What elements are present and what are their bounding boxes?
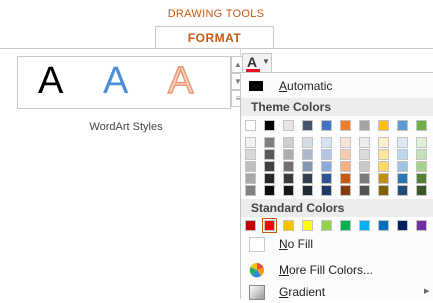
theme-color-swatch[interactable] <box>416 161 427 172</box>
theme-color-swatch[interactable] <box>378 137 389 148</box>
theme-color-swatch[interactable] <box>264 161 275 172</box>
standard-color-swatch[interactable] <box>245 220 256 231</box>
theme-color-swatch[interactable] <box>283 173 294 184</box>
theme-color-swatch[interactable] <box>378 185 389 196</box>
theme-color-swatch[interactable] <box>397 137 408 148</box>
theme-color-swatch[interactable] <box>264 173 275 184</box>
theme-color-swatch[interactable] <box>245 137 256 148</box>
theme-color-swatch[interactable] <box>321 173 332 184</box>
wordart-style-black[interactable]: A <box>38 59 63 103</box>
theme-color-swatch[interactable] <box>359 137 370 148</box>
theme-color-swatch[interactable] <box>340 137 351 148</box>
theme-color-swatch[interactable] <box>359 120 370 131</box>
theme-color-swatch[interactable] <box>340 185 351 196</box>
theme-color-swatch[interactable] <box>359 173 370 184</box>
theme-color-swatch[interactable] <box>359 185 370 196</box>
standard-color-swatch[interactable] <box>416 220 427 231</box>
theme-color-swatch[interactable] <box>283 149 294 160</box>
theme-color-swatch[interactable] <box>321 149 332 160</box>
theme-color-swatch[interactable] <box>302 149 313 160</box>
standard-color-swatch[interactable] <box>262 218 277 233</box>
wordart-styles-group: A A A ▲ ▼ ≡ WordArt Styles <box>12 49 245 133</box>
theme-color-swatch[interactable] <box>416 185 427 196</box>
automatic-label: Automatic <box>279 79 333 93</box>
theme-color-swatch[interactable] <box>359 149 370 160</box>
theme-color-swatch[interactable] <box>416 137 427 148</box>
theme-color-swatch[interactable] <box>264 137 275 148</box>
theme-color-swatch[interactable] <box>245 120 256 131</box>
standard-color-swatch[interactable] <box>321 220 332 231</box>
theme-color-swatch[interactable] <box>264 185 275 196</box>
theme-color-swatch[interactable] <box>283 137 294 148</box>
theme-color-swatch[interactable] <box>302 185 313 196</box>
tab-format[interactable]: FORMAT <box>155 26 274 49</box>
more-fill-colors-label: More Fill Colors... <box>279 263 374 277</box>
theme-color-swatch[interactable] <box>378 149 389 160</box>
theme-color-swatch[interactable] <box>245 161 256 172</box>
theme-color-swatch[interactable] <box>359 161 370 172</box>
no-fill-label: No Fill <box>279 237 314 251</box>
theme-color-swatch[interactable] <box>283 161 294 172</box>
standard-color-swatch[interactable] <box>359 220 370 231</box>
theme-color-swatch[interactable] <box>302 120 313 131</box>
ribbon-tab-bar: DRAWING TOOLS FORMAT <box>0 0 433 49</box>
theme-color-swatch[interactable] <box>416 173 427 184</box>
automatic-swatch <box>249 81 263 91</box>
text-fill-icon: A <box>247 54 258 70</box>
standard-color-swatch[interactable] <box>302 220 313 231</box>
gradient-option[interactable]: Gradient ▶ <box>241 281 433 303</box>
theme-color-swatch[interactable] <box>397 173 408 184</box>
color-palette-icon <box>249 262 265 278</box>
theme-color-swatch[interactable] <box>302 137 313 148</box>
contextual-tab-label: DRAWING TOOLS <box>167 8 265 20</box>
theme-color-swatch[interactable] <box>302 161 313 172</box>
wordart-style-blue[interactable]: A <box>103 59 128 103</box>
no-fill-option[interactable]: No Fill <box>241 233 433 255</box>
theme-color-swatch[interactable] <box>397 185 408 196</box>
text-fill-dropdown: Automatic Theme Colors Standard Colors N… <box>240 72 433 300</box>
theme-color-swatch[interactable] <box>283 185 294 196</box>
no-fill-icon <box>249 237 265 252</box>
standard-color-swatch[interactable] <box>283 220 294 231</box>
wordart-gallery: A A A <box>17 56 231 109</box>
more-fill-colors-option[interactable]: More Fill Colors... <box>241 259 433 281</box>
theme-color-swatch[interactable] <box>378 173 389 184</box>
theme-color-swatch[interactable] <box>321 185 332 196</box>
theme-color-swatch[interactable] <box>378 120 389 131</box>
theme-color-swatch[interactable] <box>302 173 313 184</box>
theme-colors-title: Theme Colors <box>251 100 332 114</box>
theme-colors-header: Theme Colors <box>241 98 433 116</box>
theme-color-swatch[interactable] <box>245 173 256 184</box>
group-label: WordArt Styles <box>89 121 163 133</box>
theme-color-swatch[interactable] <box>340 149 351 160</box>
theme-color-swatch[interactable] <box>321 161 332 172</box>
theme-color-swatch[interactable] <box>245 185 256 196</box>
theme-color-swatch[interactable] <box>378 161 389 172</box>
theme-color-swatch[interactable] <box>283 120 294 131</box>
standard-color-swatch[interactable] <box>397 220 408 231</box>
theme-color-swatch[interactable] <box>264 120 275 131</box>
automatic-option[interactable]: Automatic <box>241 75 433 97</box>
theme-color-swatch[interactable] <box>416 120 427 131</box>
theme-color-swatch[interactable] <box>397 120 408 131</box>
standard-color-swatch[interactable] <box>340 220 351 231</box>
chevron-down-icon[interactable]: ▼ <box>262 57 270 66</box>
theme-color-swatch[interactable] <box>340 173 351 184</box>
theme-color-swatch[interactable] <box>340 120 351 131</box>
wordart-style-orange-outline[interactable]: A <box>167 59 194 103</box>
theme-color-swatch[interactable] <box>416 149 427 160</box>
theme-color-swatch[interactable] <box>245 149 256 160</box>
theme-color-swatch[interactable] <box>340 161 351 172</box>
theme-color-swatch[interactable] <box>397 161 408 172</box>
theme-color-swatch[interactable] <box>397 149 408 160</box>
standard-colors-header: Standard Colors <box>241 199 433 217</box>
standard-colors-title: Standard Colors <box>251 201 345 215</box>
standard-color-swatch[interactable] <box>378 220 389 231</box>
theme-color-swatch[interactable] <box>321 137 332 148</box>
submenu-arrow-icon: ▶ <box>424 288 430 295</box>
gradient-label: Gradient <box>279 285 326 299</box>
theme-color-swatch[interactable] <box>321 120 332 131</box>
theme-color-swatch[interactable] <box>264 149 275 160</box>
